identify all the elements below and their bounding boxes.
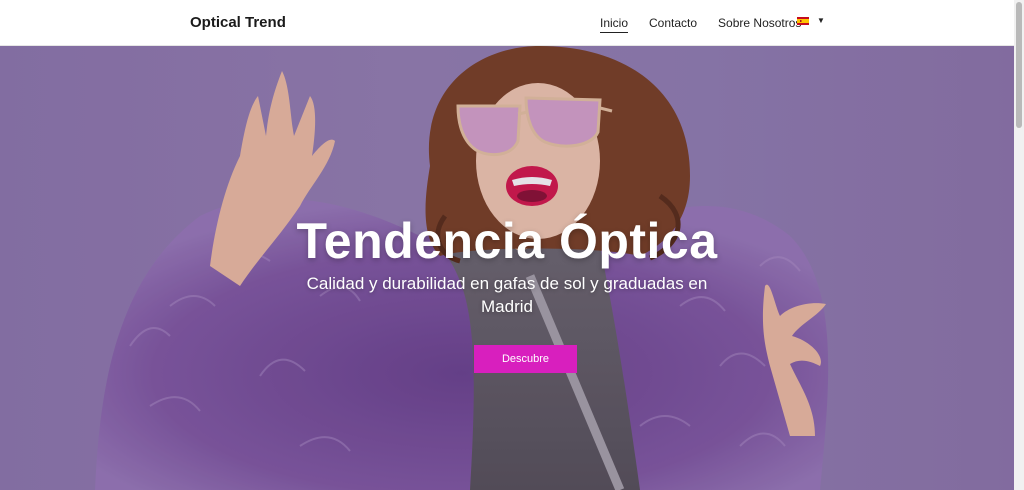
language-selector[interactable]: ▼: [797, 17, 825, 25]
hero-title: Tendencia Óptica: [296, 213, 718, 269]
main-nav: Inicio Contacto Sobre Nosotros: [600, 16, 822, 33]
nav-link-sobre-nosotros[interactable]: Sobre Nosotros: [718, 16, 801, 33]
nav-link-contacto[interactable]: Contacto: [649, 16, 697, 33]
scrollbar-thumb[interactable]: [1016, 2, 1022, 128]
page-scrollbar[interactable]: [1014, 0, 1024, 490]
nav-link-inicio[interactable]: Inicio: [600, 16, 629, 33]
caret-down-icon: ▼: [817, 16, 825, 25]
discover-button[interactable]: Descubre: [474, 345, 577, 373]
site-header: Optical Trend Inicio Contacto Sobre Noso…: [0, 0, 1014, 46]
page: Optical Trend Inicio Contacto Sobre Noso…: [0, 0, 1014, 490]
hero-subtitle: Calidad y durabilidad en gafas de sol y …: [306, 274, 708, 316]
spain-flag-icon: [797, 17, 809, 25]
hero-section: Tendencia Óptica Calidad y durabilidad e…: [0, 46, 1014, 490]
brand-logo-text[interactable]: Optical Trend: [190, 14, 286, 31]
